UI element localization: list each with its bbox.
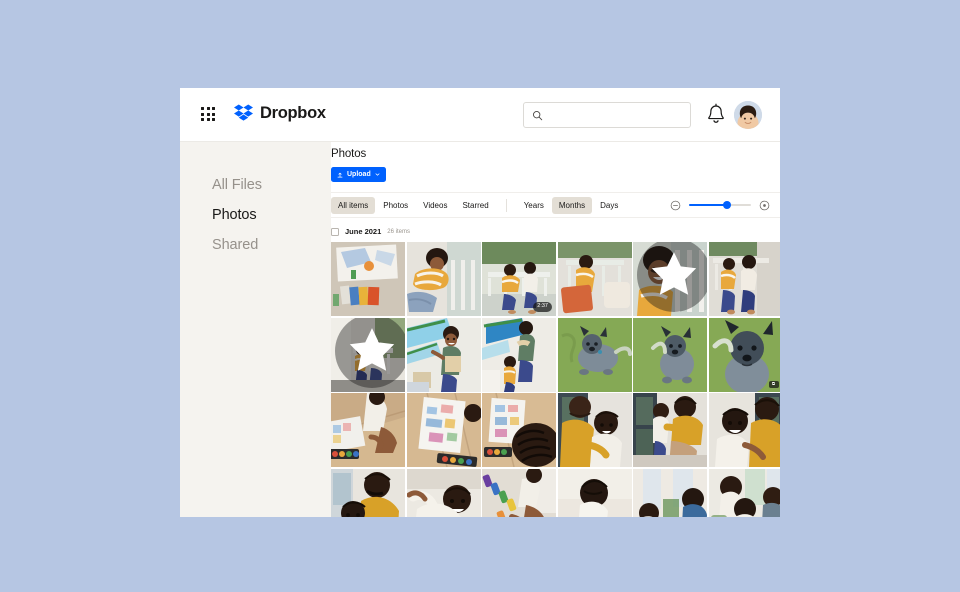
photo-grid: 2:37 ⧉ xyxy=(331,242,780,517)
video-duration-badge: 2:37 xyxy=(533,301,552,312)
photo-tile[interactable] xyxy=(557,468,632,517)
photo-tile[interactable] xyxy=(708,468,780,517)
sidebar-item-shared[interactable]: Shared xyxy=(180,230,331,260)
search-box[interactable] xyxy=(523,102,691,128)
slider-fill xyxy=(689,204,727,206)
brand-name: Dropbox xyxy=(260,104,326,122)
photo-tile[interactable] xyxy=(482,468,556,517)
search-input[interactable] xyxy=(543,109,690,121)
photo-tile[interactable] xyxy=(331,317,405,392)
photo-tile[interactable] xyxy=(406,393,481,467)
dropbox-logo-icon xyxy=(234,104,253,121)
photo-tile[interactable] xyxy=(331,468,405,517)
section-title: June 2021 xyxy=(345,227,382,236)
zoom-out-icon[interactable] xyxy=(670,200,681,211)
zoom-in-icon[interactable] xyxy=(759,200,770,211)
section-item-count: 26 items xyxy=(387,228,410,235)
chevron-down-icon xyxy=(375,173,380,176)
zoom-slider[interactable] xyxy=(689,199,751,211)
content-area: Photos Upload All items Photos Videos St… xyxy=(331,142,780,517)
avatar-image xyxy=(734,101,762,129)
section-select-checkbox[interactable] xyxy=(331,227,339,236)
upload-icon xyxy=(337,172,343,177)
burst-badge-icon: ⧉ xyxy=(768,380,779,388)
photo-tile[interactable] xyxy=(633,468,707,517)
starred-badge-icon xyxy=(335,317,405,388)
photo-tile[interactable] xyxy=(482,393,556,467)
filter-divider xyxy=(505,198,507,212)
photo-tile[interactable] xyxy=(708,393,780,467)
sidebar: All Files Photos Shared xyxy=(180,142,331,517)
page-title: Photos xyxy=(331,148,367,160)
starred-badge-icon xyxy=(637,242,707,312)
tab-photos[interactable]: Photos xyxy=(376,197,415,214)
slider-handle[interactable] xyxy=(723,201,731,209)
tab-days[interactable]: Days xyxy=(593,197,625,214)
photo-tile[interactable] xyxy=(482,317,556,392)
filter-bar: All items Photos Videos Starred Years Mo… xyxy=(331,192,780,218)
apps-grid-icon[interactable] xyxy=(201,107,216,122)
section-header: June 2021 26 items xyxy=(331,227,410,236)
sidebar-item-photos[interactable]: Photos xyxy=(180,200,331,230)
upload-button[interactable]: Upload xyxy=(331,167,386,182)
tab-years[interactable]: Years xyxy=(517,197,551,214)
sidebar-item-label: All Files xyxy=(212,177,262,193)
photo-tile[interactable] xyxy=(331,242,405,316)
upload-button-label: Upload xyxy=(347,171,371,178)
screen: Dropbox All Files Photos Shared Photos U… xyxy=(0,0,960,592)
photo-tile[interactable] xyxy=(557,317,632,392)
photo-tile[interactable] xyxy=(633,393,707,467)
photo-tile[interactable] xyxy=(406,317,481,392)
sidebar-item-label: Shared xyxy=(212,237,259,253)
photo-tile[interactable]: 2:37 xyxy=(482,242,556,316)
photo-tile[interactable] xyxy=(633,242,707,316)
tab-starred[interactable]: Starred xyxy=(455,197,495,214)
tab-all-items[interactable]: All items xyxy=(331,196,376,214)
dropbox-window: Dropbox All Files Photos Shared Photos U… xyxy=(180,88,780,517)
top-bar: Dropbox xyxy=(180,88,780,142)
photo-tile[interactable] xyxy=(406,242,481,316)
sidebar-item-all-files[interactable]: All Files xyxy=(180,170,331,200)
type-filter-group: All items Photos Videos Starred Years Mo… xyxy=(331,196,625,214)
photo-tile[interactable] xyxy=(331,393,405,467)
brand[interactable]: Dropbox xyxy=(234,104,326,123)
photo-tile[interactable] xyxy=(557,393,632,467)
zoom-control xyxy=(670,199,770,211)
photo-tile[interactable] xyxy=(708,242,780,316)
photo-tile[interactable] xyxy=(406,468,481,517)
tab-months[interactable]: Months xyxy=(551,196,593,214)
search-icon xyxy=(532,110,543,120)
bell-icon[interactable] xyxy=(705,103,727,127)
photo-tile[interactable]: ⧉ xyxy=(708,317,780,392)
tab-videos[interactable]: Videos xyxy=(416,197,454,214)
photo-tile[interactable] xyxy=(557,242,632,316)
sidebar-item-label: Photos xyxy=(212,207,257,223)
avatar[interactable] xyxy=(734,101,762,129)
photo-tile[interactable] xyxy=(633,317,707,392)
